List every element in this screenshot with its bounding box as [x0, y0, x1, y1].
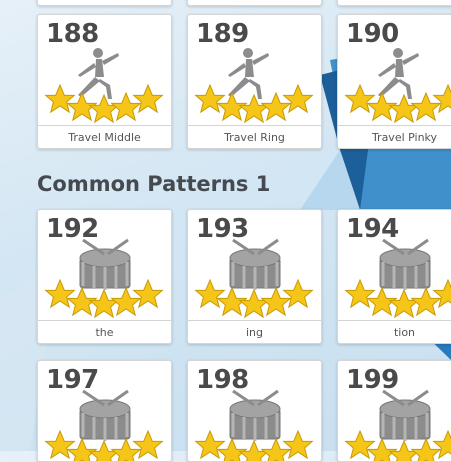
- lesson-card-198[interactable]: 198: [187, 360, 322, 462]
- star-icon: [132, 429, 164, 460]
- lesson-number: 194: [346, 214, 399, 244]
- lesson-card-197[interactable]: 197: [37, 360, 172, 462]
- star-icon: [44, 429, 76, 460]
- lesson-card-194[interactable]: 194 tion: [337, 209, 451, 344]
- lesson-name: Travel Middle: [38, 125, 171, 148]
- lesson-name: Travel Pinky: [338, 125, 451, 148]
- lesson-number: 199: [346, 365, 399, 395]
- star-icon: [194, 278, 226, 309]
- star-icon: [432, 429, 451, 460]
- lesson-number: 190: [346, 19, 399, 49]
- lesson-card-partial[interactable]: [337, 0, 451, 6]
- lesson-name: the: [38, 320, 171, 343]
- lesson-card-190[interactable]: 190 Travel Pinky: [337, 14, 451, 149]
- star-icon: [282, 278, 314, 309]
- star-icon: [132, 278, 164, 309]
- star-icon: [432, 278, 451, 309]
- lesson-number: 188: [46, 19, 99, 49]
- star-icon: [238, 288, 270, 319]
- star-icon: [44, 83, 76, 114]
- star-icon: [344, 429, 376, 460]
- star-icon: [238, 93, 270, 124]
- lesson-name: ing: [188, 320, 321, 343]
- lesson-card-partial[interactable]: [187, 0, 322, 6]
- lesson-number: 198: [196, 365, 249, 395]
- lesson-card-199[interactable]: 199: [337, 360, 451, 462]
- star-icon: [432, 83, 451, 114]
- star-icon: [388, 93, 420, 124]
- lesson-number: 189: [196, 19, 249, 49]
- star-icon: [88, 93, 120, 124]
- lesson-card-188[interactable]: 188 Travel Middle: [37, 14, 172, 149]
- lesson-card-189[interactable]: 189 Travel Ring: [187, 14, 322, 149]
- lesson-name: Travel Ring: [188, 125, 321, 148]
- star-icon: [194, 83, 226, 114]
- lesson-number: 193: [196, 214, 249, 244]
- lesson-card-193[interactable]: 193 ing: [187, 209, 322, 344]
- star-icon: [282, 83, 314, 114]
- lesson-number: 192: [46, 214, 99, 244]
- star-icon: [194, 429, 226, 460]
- star-icon: [344, 83, 376, 114]
- star-icon: [344, 278, 376, 309]
- star-icon: [44, 278, 76, 309]
- lesson-card-192[interactable]: 192 the: [37, 209, 172, 344]
- lesson-number: 197: [46, 365, 99, 395]
- star-icon: [132, 83, 164, 114]
- star-icon: [282, 429, 314, 460]
- star-icon: [88, 288, 120, 319]
- star-icon: [388, 288, 420, 319]
- lesson-name: tion: [338, 320, 451, 343]
- lesson-card-partial[interactable]: [37, 0, 172, 6]
- section-title: Common Patterns 1: [37, 172, 271, 196]
